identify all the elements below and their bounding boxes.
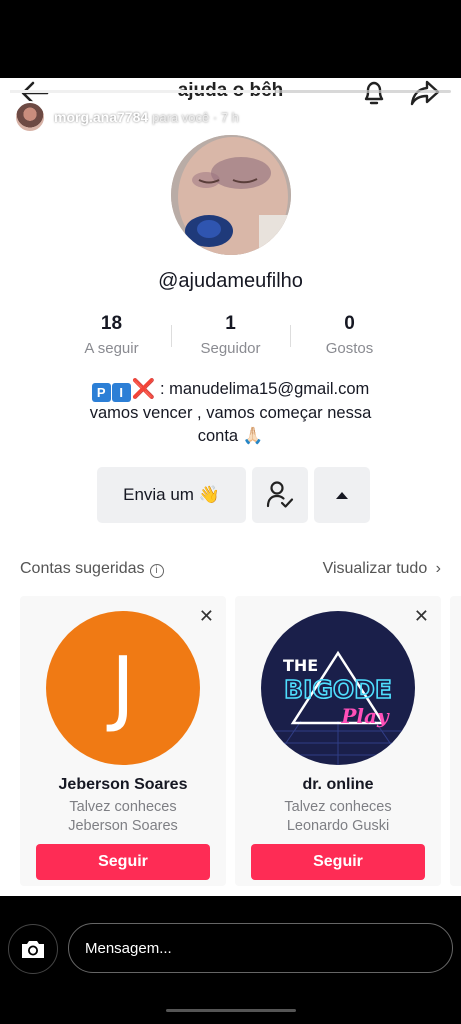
- cross-mark-icon: ❌: [131, 379, 156, 400]
- story-progress-fill: [10, 90, 275, 93]
- stat-following[interactable]: 18 A seguir: [52, 313, 171, 363]
- suggested-account-name: dr. online: [302, 776, 374, 793]
- story-author[interactable]: morg.ana7784 para você · 7 h: [14, 100, 239, 134]
- story-meta: para você · 7 h: [152, 109, 239, 125]
- info-icon[interactable]: i: [149, 564, 164, 578]
- follow-button[interactable]: Seguir: [36, 844, 210, 880]
- suggested-account-realname: Leonardo Guski: [286, 818, 390, 834]
- profile-actions: Envia um 👋: [97, 467, 370, 523]
- camera-button[interactable]: [8, 924, 58, 974]
- profile-bio: P I ❌ : manudelima15@gmail.com vamos vence…: [40, 378, 421, 448]
- send-wave-button[interactable]: Envia um 👋: [97, 467, 246, 523]
- suggested-account-realname: Jeberson Soares: [68, 818, 178, 834]
- stat-following-count: 18: [100, 313, 123, 334]
- suggested-accounts-header: Contas sugeridas i Visualizar tudo ›: [20, 560, 441, 582]
- bigode-play-logo: THE BIGODE Play: [261, 611, 415, 765]
- chevron-right-icon: ›: [435, 560, 441, 577]
- baby-photo-image: [171, 135, 291, 255]
- suggested-account-avatar[interactable]: J: [46, 611, 200, 765]
- story-author-avatar[interactable]: [14, 101, 46, 133]
- pix-letter-i: I: [111, 383, 131, 402]
- close-icon[interactable]: ✕: [199, 606, 214, 627]
- suggestions-toggle-button[interactable]: [314, 467, 370, 523]
- suggested-account-card[interactable]: ✕ THE BIGODE Play dr. online Talvez conh…: [235, 596, 441, 886]
- bell-icon[interactable]: [359, 78, 389, 108]
- friends-button[interactable]: [252, 467, 308, 523]
- suggested-accounts-title: Contas sugeridas: [20, 560, 145, 577]
- pix-letter-p: P: [91, 383, 111, 402]
- suggested-accounts-title-wrap: Contas sugeridas i: [20, 560, 164, 582]
- status-bar-area: [0, 0, 461, 78]
- profile-handle: @ajudameufilho: [158, 270, 303, 292]
- view-all-label: Visualizar tudo: [322, 560, 428, 577]
- person-check-icon: [266, 481, 294, 508]
- close-icon[interactable]: ✕: [414, 606, 429, 627]
- bio-line-2: vamos vencer , vamos começar nessa: [89, 404, 372, 422]
- stat-following-label: A seguir: [84, 340, 139, 357]
- profile-stats: 18 A seguir 1 Seguidor 0 Gostos: [52, 313, 409, 363]
- suggested-account-name: Jeberson Soares: [58, 776, 188, 793]
- suggested-account-reason: Talvez conheces: [69, 799, 177, 815]
- story-username[interactable]: morg.ana7784: [54, 109, 148, 125]
- stat-likes[interactable]: 0 Gostos: [290, 313, 409, 363]
- tiktok-profile-screen: ajuda o bêh morg.ana7784 para você · 7 h: [0, 78, 461, 896]
- story-reply-bar: [0, 896, 461, 1024]
- stat-followers-label: Seguidor: [200, 340, 261, 357]
- logo-text-bigode: BIGODE: [284, 675, 392, 704]
- bio-line-3: conta 🙏🏻: [197, 427, 264, 445]
- bio-line-1: P I ❌ : manudelima15@gmail.com: [40, 378, 421, 402]
- logo-text-play: Play: [340, 704, 390, 728]
- message-input[interactable]: [68, 923, 453, 973]
- logo-text-the: THE: [283, 656, 318, 675]
- suggested-account-reason: Talvez conheces: [284, 799, 392, 815]
- bio-email: : manudelima15@gmail.com: [159, 380, 370, 398]
- camera-icon: [22, 941, 44, 958]
- caret-up-icon: [336, 492, 348, 499]
- story-progress-bar: [10, 90, 451, 93]
- profile-avatar[interactable]: [171, 135, 291, 255]
- stat-likes-label: Gostos: [325, 340, 374, 357]
- follow-button[interactable]: Seguir: [251, 844, 425, 880]
- stat-followers[interactable]: 1 Seguidor: [171, 313, 290, 363]
- stat-likes-count: 0: [344, 313, 355, 334]
- suggested-account-avatar[interactable]: THE BIGODE Play: [261, 611, 415, 765]
- view-all-link[interactable]: Visualizar tudo ›: [323, 560, 441, 582]
- stat-followers-count: 1: [225, 313, 236, 334]
- home-indicator[interactable]: [166, 1009, 296, 1012]
- suggested-account-card-partial[interactable]: [450, 596, 461, 886]
- share-icon[interactable]: [409, 78, 441, 108]
- suggested-account-card[interactable]: ✕ J Jeberson Soares Talvez conheces Jebe…: [20, 596, 226, 886]
